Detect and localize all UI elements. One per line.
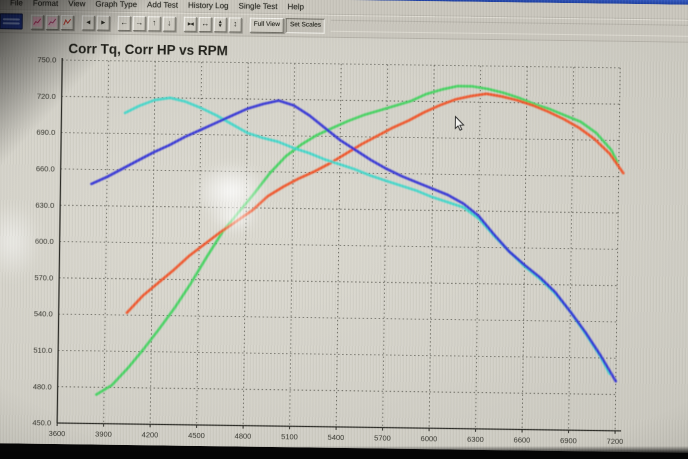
menu-help[interactable]: Help — [282, 2, 309, 11]
y-tick-label: 660.0 — [36, 164, 55, 173]
x-tick-label: 6600 — [514, 435, 531, 444]
curve-corr-tq-run-2 — [122, 97, 614, 374]
scroll-left-button[interactable]: ← — [118, 15, 131, 30]
graph-type-curve-button[interactable] — [61, 15, 74, 30]
menu-file[interactable]: File — [5, 0, 28, 7]
menu-single-test[interactable]: Single Test — [233, 1, 282, 11]
app-icon[interactable] — [0, 13, 23, 29]
chart-area: Corr Tq, Corr HP vs RPM 3600 3900 4200 4500… — [0, 33, 688, 453]
scroll-up-button[interactable]: ↑ — [148, 16, 161, 31]
pan-left-button[interactable]: ◂ — [82, 15, 95, 30]
compress-vertical-button[interactable]: ▴▾ — [214, 17, 227, 32]
toolbar-groove — [331, 20, 688, 37]
chart-grid — [57, 60, 620, 431]
x-tick-label: 5400 — [328, 433, 345, 442]
menu-add-test[interactable]: Add Test — [142, 0, 183, 9]
menu-history-log[interactable]: History Log — [183, 0, 234, 10]
compress-horizontal-button[interactable]: ▸◂ — [184, 16, 197, 31]
dyno-chart: Corr Tq, Corr HP vs RPM 3600 3900 4200 4500… — [0, 33, 688, 456]
grid-line-horizontal — [58, 387, 616, 395]
x-tick-label: 6300 — [467, 435, 484, 444]
y-tick-label: 720.0 — [37, 92, 56, 101]
y-tick-label: 690.0 — [36, 128, 55, 137]
y-tick-label: 570.0 — [34, 273, 53, 282]
full-view-button[interactable]: Full View — [250, 17, 284, 32]
pan-right-button[interactable]: ▸ — [97, 15, 110, 30]
scroll-down-button[interactable]: ↓ — [163, 16, 176, 31]
x-tick-label: 7200 — [607, 437, 624, 446]
grid-line-vertical — [383, 65, 388, 428]
mouse-cursor — [455, 117, 463, 131]
y-axis — [57, 58, 62, 423]
chart-curves[interactable] — [89, 81, 625, 402]
y-tick-label: 600.0 — [35, 237, 54, 246]
menu-graph-type[interactable]: Graph Type — [90, 0, 142, 9]
graph-type-line-button[interactable] — [31, 14, 44, 29]
x-tick-label: 6900 — [560, 436, 577, 445]
x-tick-label: 6000 — [421, 434, 438, 443]
chart-title: Corr Tq, Corr HP vs RPM — [68, 41, 228, 58]
y-tick-label: 510.0 — [33, 346, 52, 355]
photo-of-monitor: { "window": { "menu_items": ["File", "Fo… — [0, 0, 688, 459]
expand-horizontal-button[interactable]: ↔ — [199, 16, 212, 31]
x-tick-label: 3900 — [95, 430, 112, 439]
chart-axes — [57, 58, 626, 434]
curve-corr-hp-run-2 — [127, 89, 624, 320]
x-tick-label: 3600 — [49, 429, 66, 438]
curve-corr-hp-run-1 — [96, 81, 618, 402]
y-tick-label: 630.0 — [35, 200, 54, 209]
menu-format[interactable]: Format — [28, 0, 63, 8]
y-tick-label: 540.0 — [34, 309, 53, 318]
expand-vertical-button[interactable]: ↕ — [229, 17, 242, 32]
curve-corr-tq-run-1 — [89, 98, 620, 381]
graph-type-area-button[interactable] — [46, 14, 59, 29]
scroll-right-button[interactable]: → — [133, 16, 146, 31]
y-tick-label: 450.0 — [32, 418, 51, 427]
y-tick-label: 480.0 — [33, 382, 52, 391]
y-tick-label: 750.0 — [37, 55, 56, 64]
monitor-screen: FileFormatViewGraph TypeAdd TestHistory … — [0, 0, 688, 453]
x-tick-label: 5700 — [374, 433, 391, 442]
x-tick-label: 4800 — [235, 431, 252, 440]
x-tick-label: 5100 — [281, 432, 298, 441]
set-scales-button[interactable]: Set Scales — [286, 18, 325, 34]
x-tick-label: 4200 — [142, 430, 159, 439]
x-tick-label: 4500 — [188, 431, 205, 440]
chart-axis-labels: 3600 3900 4200 4500 4800 5100 5400 5700 6000 6300… — [32, 55, 628, 446]
menu-view[interactable]: View — [63, 0, 90, 8]
